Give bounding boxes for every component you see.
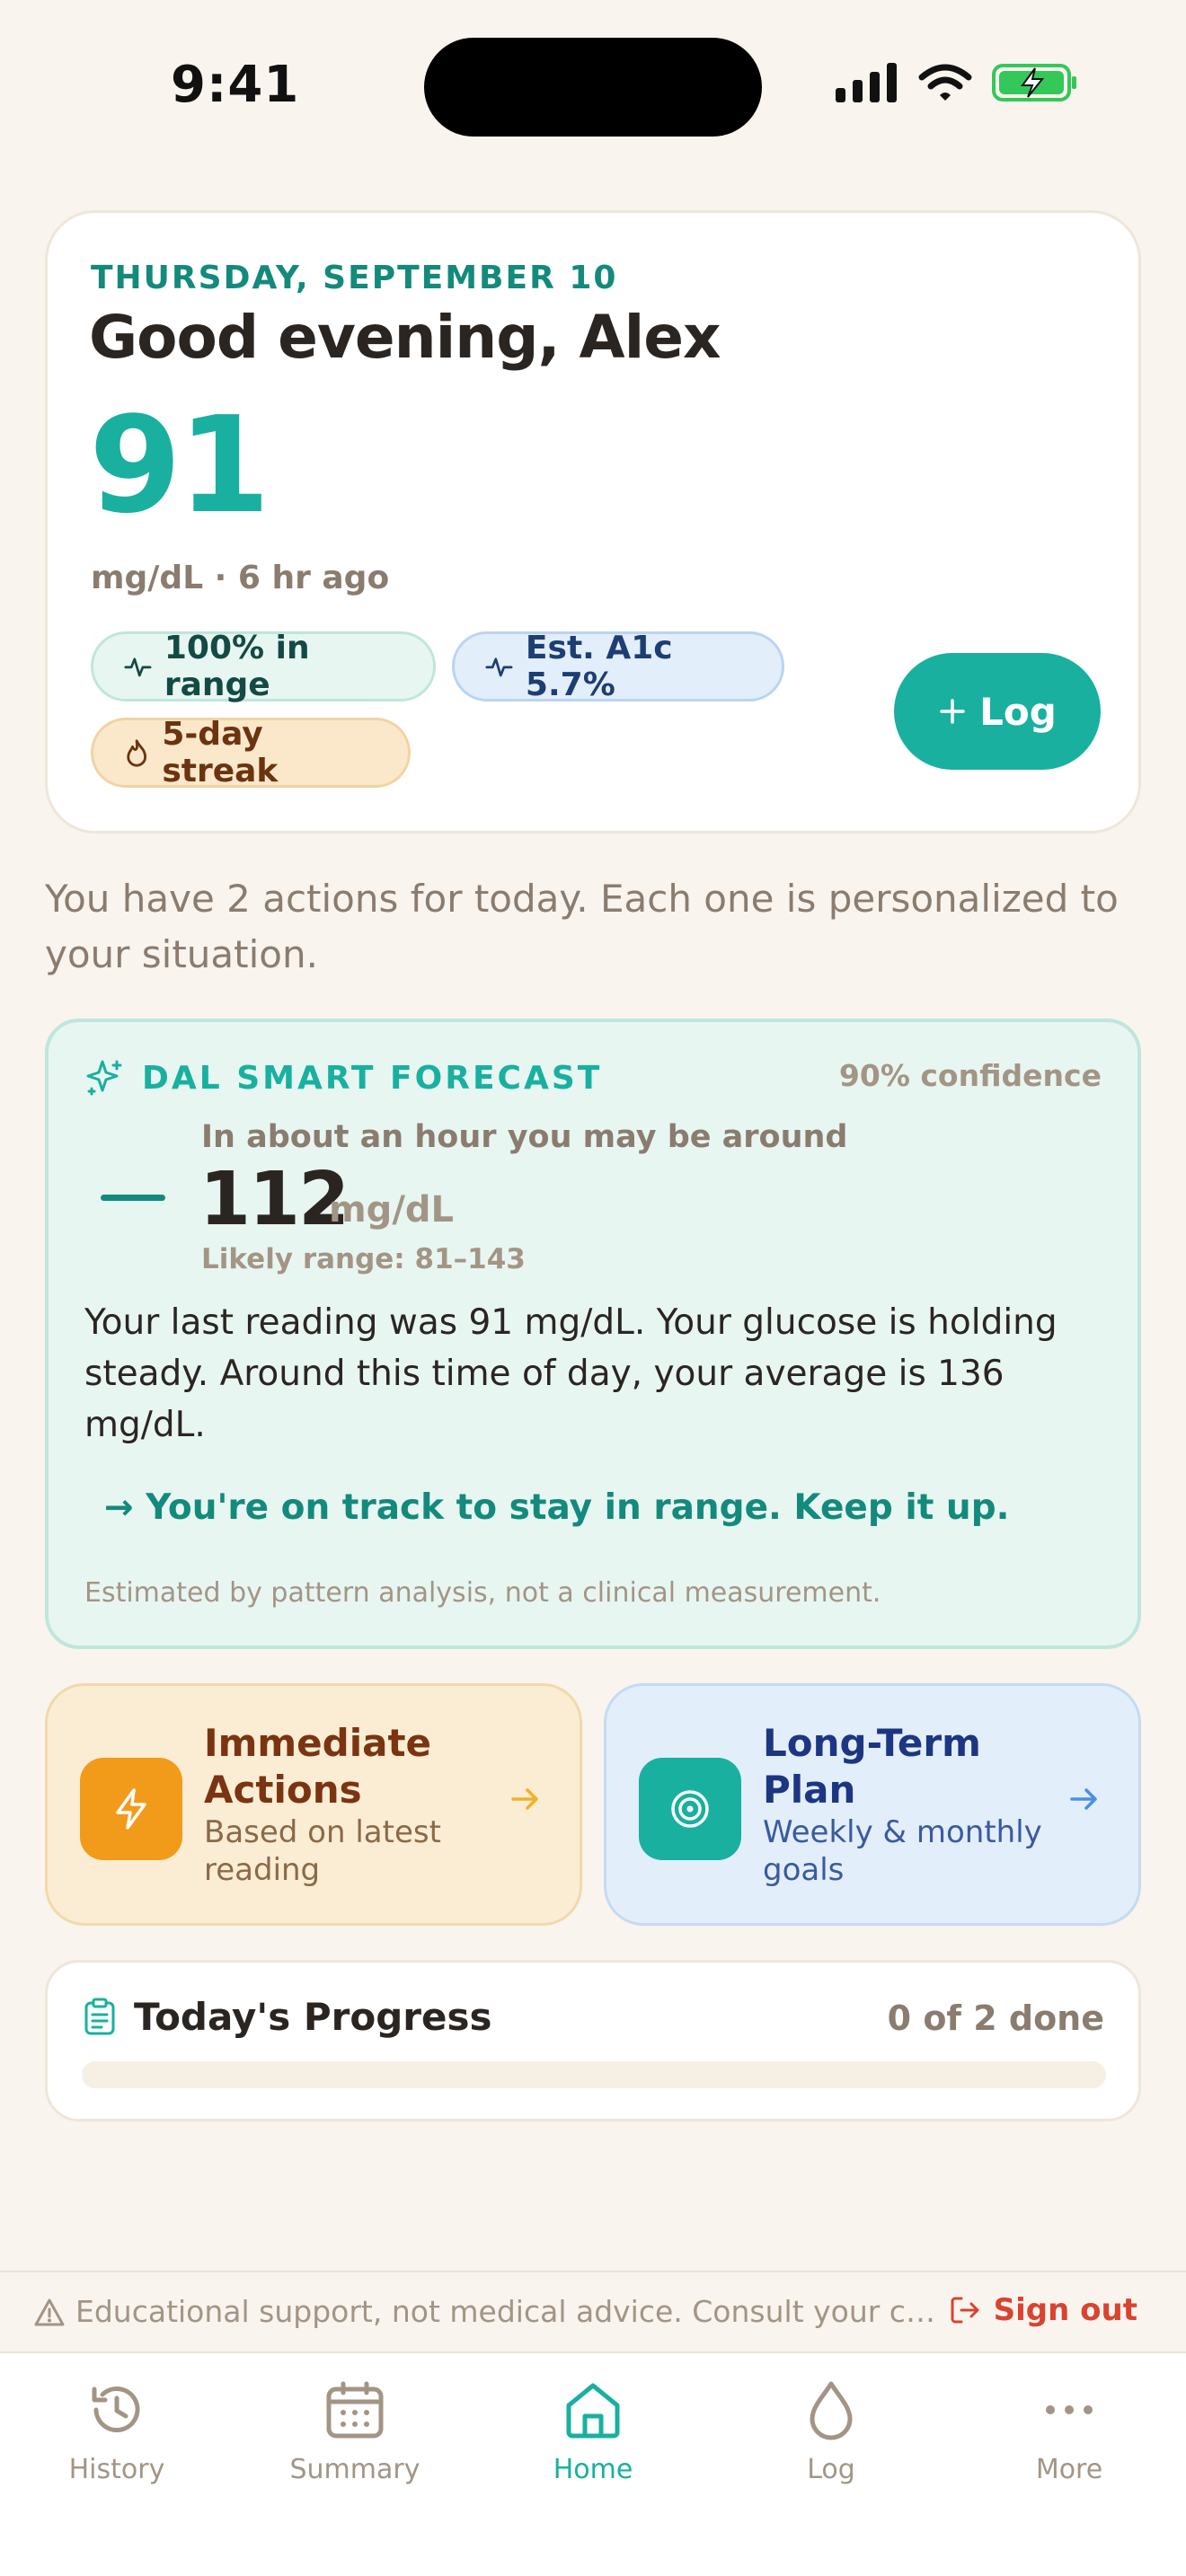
forecast-explanation: Your last reading was 91 mg/dL. Your glu… (84, 1302, 1058, 1445)
progress-count: 0 of 2 done (887, 1998, 1104, 2038)
disclaimer-bar: Educational support, not medical advice.… (0, 2271, 1186, 2351)
actions-intro: You have 2 actions for today. Each one i… (45, 877, 1119, 976)
immediate-actions-subtitle: Based on latest reading (204, 1814, 441, 1888)
drop-icon (810, 2381, 853, 2440)
forecast-disclaimer: Estimated by pattern analysis, not a cli… (84, 1577, 881, 1609)
lightning-icon (80, 1758, 182, 1860)
trend-flat-indicator (101, 1195, 165, 1201)
sign-out-label: Sign out (993, 2292, 1137, 2328)
forecast-confidence: 90% confidence (838, 1058, 1102, 1093)
battery-icon (992, 64, 1076, 101)
immediate-actions-title: Immediate Actions (204, 1721, 432, 1812)
sparkle-icon (86, 1060, 122, 1096)
tab-log-label: Log (807, 2454, 855, 2485)
forecast-card: DAL SMART FORECAST 90% confidence In abo… (45, 1019, 1141, 1649)
tab-more-label: More (1035, 2454, 1103, 2485)
long-term-plan-title: Long-Term Plan (763, 1721, 981, 1812)
greeting: Good evening, Alex (89, 303, 721, 372)
long-term-plan-card[interactable]: Long-Term Plan Weekly & monthly goals (604, 1683, 1141, 1926)
arrow-right-icon (511, 1788, 538, 1810)
progress-bar (82, 2061, 1106, 2088)
glucose-summary-card: THURSDAY, SEPTEMBER 10 Good evening, Ale… (45, 210, 1141, 834)
forecast-range: Likely range: 81–143 (201, 1243, 526, 1275)
forecast-unit: mg/dL (329, 1189, 455, 1231)
forecast-title: DAL SMART FORECAST (142, 1059, 603, 1097)
log-button[interactable]: Log (894, 653, 1101, 770)
sign-out-icon (951, 2297, 979, 2324)
glucose-reading: 91 (89, 388, 270, 543)
tab-more[interactable]: More (979, 2378, 1159, 2485)
tab-home[interactable]: Home (503, 2378, 683, 2485)
forecast-recommendation: → You're on track to stay in range. Keep… (104, 1487, 1010, 1528)
calendar-icon (326, 2381, 384, 2439)
streak-badge: 5-day streak (91, 716, 411, 790)
clipboard-icon (84, 1998, 115, 2035)
in-range-label: 100% in range (164, 630, 310, 703)
wifi-icon (918, 64, 972, 101)
immediate-actions-card[interactable]: Immediate Actions Based on latest readin… (45, 1683, 582, 1926)
glucose-reading-meta: mg/dL · 6 hr ago (91, 560, 390, 596)
tab-home-label: Home (553, 2454, 633, 2485)
home-screen: 9:41 THURSDAY, SEPTEMBER 10 Good evening… (0, 0, 1186, 2576)
tab-summary-label: Summary (289, 2454, 420, 2485)
tab-history-label: History (68, 2454, 165, 2485)
arrow-right-icon (1070, 1788, 1097, 1810)
log-button-label: Log (979, 689, 1057, 734)
medical-disclaimer: Educational support, not medical advice.… (75, 2294, 947, 2329)
streak-label: 5-day streak (162, 716, 279, 790)
status-bar: 9:41 (0, 0, 1186, 171)
bottom-tab-bar: History Summary Home Log More (0, 2351, 1186, 2576)
tab-summary[interactable]: Summary (265, 2378, 445, 2485)
warning-icon (34, 2298, 65, 2326)
pulse-icon (485, 657, 513, 677)
forecast-lead: In about an hour you may be around (201, 1119, 848, 1155)
dynamic-island (424, 38, 762, 137)
progress-title: Today's Progress (134, 1995, 492, 2039)
forecast-value: 112 (199, 1157, 350, 1242)
pulse-icon (124, 657, 152, 677)
todays-progress-card: Today's Progress 0 of 2 done (45, 1960, 1141, 2122)
tab-history[interactable]: History (27, 2378, 207, 2485)
tab-log[interactable]: Log (741, 2378, 921, 2485)
history-icon (92, 2386, 140, 2433)
in-range-badge: 100% in range (91, 630, 436, 703)
sign-out-button[interactable]: Sign out (949, 2292, 1137, 2328)
a1c-badge: Est. A1c 5.7% (452, 630, 784, 703)
signal-icon (836, 63, 897, 102)
forecast-header: DAL SMART FORECAST (84, 1058, 602, 1098)
long-term-plan-subtitle: Weekly & monthly goals (763, 1814, 1042, 1888)
home-icon (566, 2383, 620, 2439)
status-icons (836, 63, 1078, 102)
current-date: THURSDAY, SEPTEMBER 10 (91, 260, 618, 296)
status-time: 9:41 (171, 56, 300, 114)
plus-icon (940, 699, 965, 724)
a1c-label: Est. A1c 5.7% (525, 630, 673, 703)
more-icon (1046, 2405, 1093, 2414)
flame-icon (127, 739, 147, 767)
target-icon (639, 1758, 741, 1860)
